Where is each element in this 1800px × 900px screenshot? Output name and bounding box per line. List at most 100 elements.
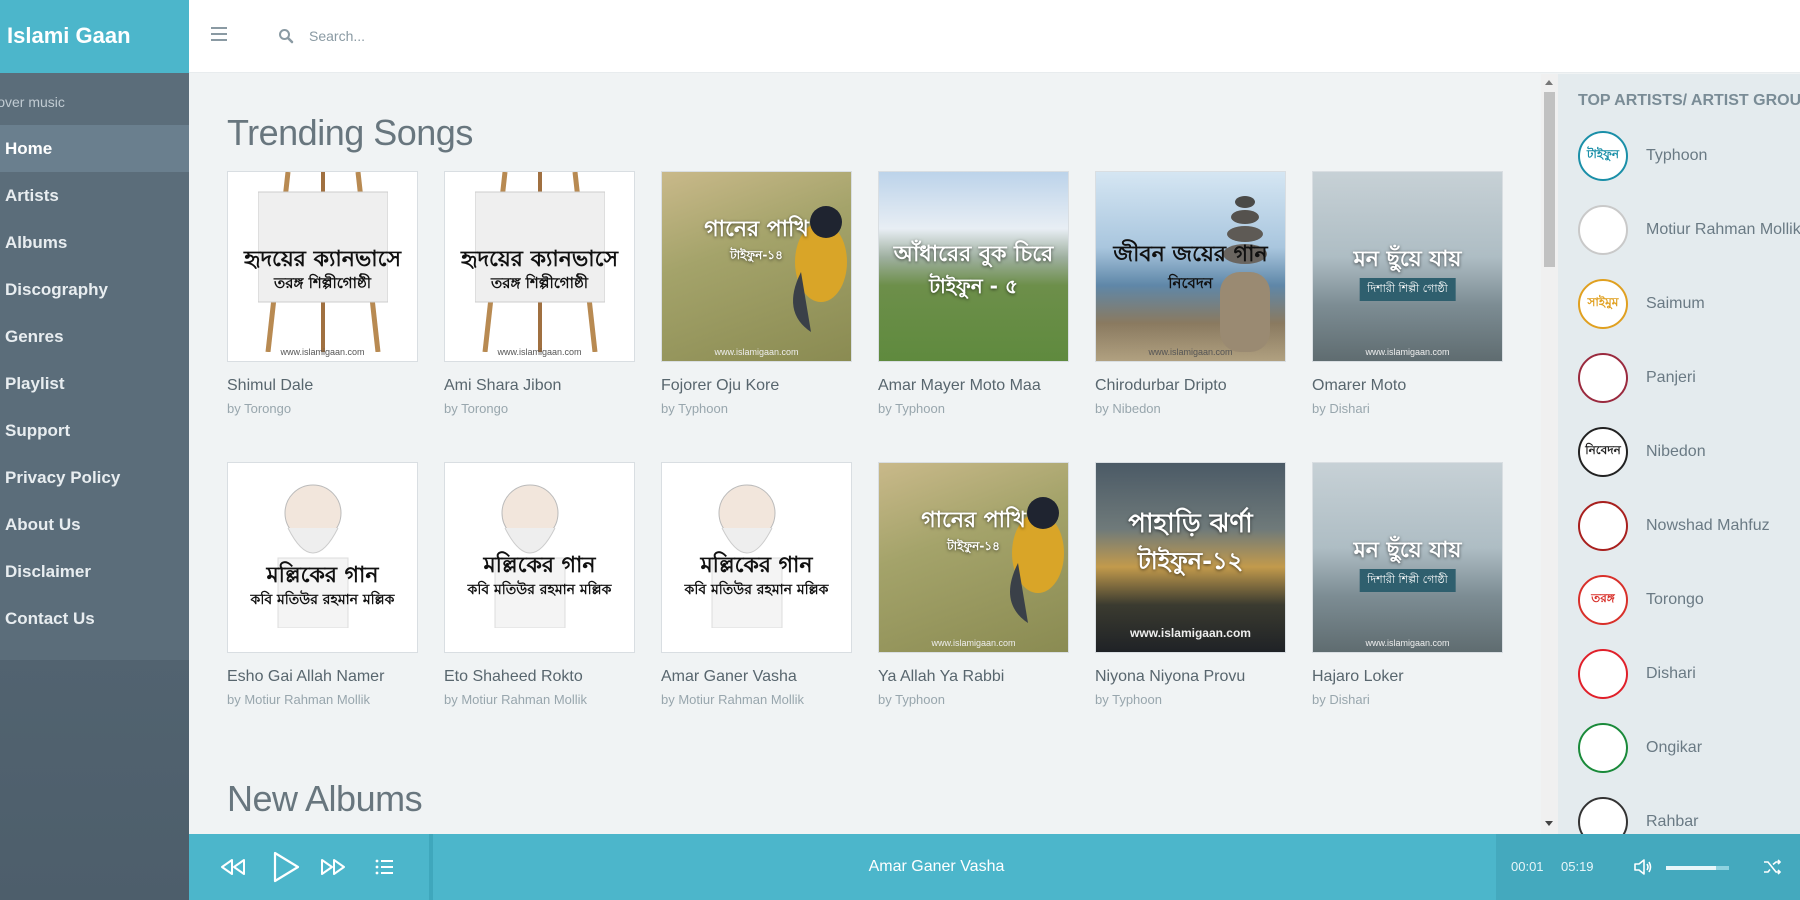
search-input[interactable]: [309, 22, 709, 50]
artist-item[interactable]: Nowshad Mahfuz: [1578, 501, 1770, 551]
shuffle-icon[interactable]: [1762, 857, 1782, 877]
artist-avatar[interactable]: [1578, 723, 1628, 773]
song-card[interactable]: মল্লিকের গান কবি মতিউর রহমান মল্লিক Amar…: [661, 462, 852, 707]
song-cover[interactable]: হৃদয়ের ক্যানভাসে তরঙ্গ শিল্পীগোষ্ঠী www…: [444, 171, 635, 362]
sidebar-item-albums[interactable]: Albums: [0, 219, 189, 266]
song-cover[interactable]: মন ছুঁয়ে যায় দিশারী শিল্পী গোষ্ঠী www.…: [1312, 171, 1503, 362]
artist-item[interactable]: সাইমুম Saimum: [1578, 279, 1705, 329]
song-cover[interactable]: মল্লিকের গান কবি মতিউর রহমান মল্লিক: [444, 462, 635, 653]
artist-name[interactable]: Panjeri: [1646, 369, 1696, 387]
song-artist[interactable]: by Typhoon: [878, 692, 1069, 707]
main-scrollbar[interactable]: [1541, 74, 1558, 834]
song-title[interactable]: Ya Allah Ya Rabbi: [878, 668, 1069, 686]
playlist-icon[interactable]: [369, 851, 401, 883]
artist-avatar[interactable]: [1578, 797, 1628, 834]
artist-name[interactable]: Torongo: [1646, 591, 1704, 609]
sidebar-item-support[interactable]: Support: [0, 407, 189, 454]
song-cover[interactable]: গানের পাখি টাইফুন-১৪ www.islamigaan.com: [878, 462, 1069, 653]
song-card[interactable]: গানের পাখি টাইফুন-১৪ www.islamigaan.com …: [878, 462, 1069, 707]
sidebar-item-contact-us[interactable]: Contact Us: [0, 595, 189, 642]
sidebar-item-artists[interactable]: Artists: [0, 172, 189, 219]
artist-avatar[interactable]: নিবেদন: [1578, 427, 1628, 477]
artist-item[interactable]: নিবেদন Nibedon: [1578, 427, 1706, 477]
song-card[interactable]: মন ছুঁয়ে যায় দিশারী শিল্পী গোষ্ঠী www.…: [1312, 462, 1503, 707]
song-cover[interactable]: পাহাড়ি ঝর্ণা টাইফুন-১২ www.islamigaan.c…: [1095, 462, 1286, 653]
artist-name[interactable]: Typhoon: [1646, 147, 1707, 165]
artist-item[interactable]: Ongikar: [1578, 723, 1702, 773]
song-title[interactable]: Fojorer Oju Kore: [661, 377, 852, 395]
song-cover[interactable]: আঁধারের বুক চিরে টাইফুন - ৫: [878, 171, 1069, 362]
song-title[interactable]: Ami Shara Jibon: [444, 377, 635, 395]
artist-avatar[interactable]: [1578, 353, 1628, 403]
song-artist[interactable]: by Motiur Rahman Mollik: [227, 692, 418, 707]
artist-item[interactable]: টাইফুন Typhoon: [1578, 131, 1707, 181]
song-title[interactable]: Amar Mayer Moto Maa: [878, 377, 1069, 395]
artist-name[interactable]: Rahbar: [1646, 813, 1698, 831]
song-card[interactable]: হৃদয়ের ক্যানভাসে তরঙ্গ শিল্পীগোষ্ঠী www…: [444, 171, 635, 416]
song-card[interactable]: হৃদয়ের ক্যানভাসে তরঙ্গ শিল্পীগোষ্ঠী www…: [227, 171, 418, 416]
rewind-icon[interactable]: [217, 851, 249, 883]
artist-name[interactable]: Nibedon: [1646, 443, 1706, 461]
scroll-down-arrow-icon[interactable]: [1545, 821, 1553, 826]
artist-name[interactable]: Ongikar: [1646, 739, 1702, 757]
song-artist[interactable]: by Dishari: [1312, 692, 1503, 707]
song-title[interactable]: Eto Shaheed Rokto: [444, 668, 635, 686]
song-title[interactable]: Esho Gai Allah Namer: [227, 668, 418, 686]
artist-item[interactable]: তরঙ্গ Torongo: [1578, 575, 1704, 625]
sidebar-item-playlist[interactable]: Playlist: [0, 360, 189, 407]
volume-icon[interactable]: [1633, 857, 1653, 877]
artist-avatar[interactable]: তরঙ্গ: [1578, 575, 1628, 625]
song-title[interactable]: Niyona Niyona Provu: [1095, 668, 1286, 686]
scroll-thumb[interactable]: [1544, 92, 1555, 267]
artist-item[interactable]: Motiur Rahman Mollik: [1578, 205, 1800, 255]
artist-item[interactable]: Panjeri: [1578, 353, 1696, 403]
song-title[interactable]: Amar Ganer Vasha: [661, 668, 852, 686]
song-cover[interactable]: জীবন জয়ের গান নিবেদন www.islamigaan.com: [1095, 171, 1286, 362]
song-card[interactable]: জীবন জয়ের গান নিবেদন www.islamigaan.com…: [1095, 171, 1286, 416]
song-title[interactable]: Shimul Dale: [227, 377, 418, 395]
song-title[interactable]: Chirodurbar Dripto: [1095, 377, 1286, 395]
artist-avatar[interactable]: টাইফুন: [1578, 131, 1628, 181]
song-artist[interactable]: by Typhoon: [661, 401, 852, 416]
song-artist[interactable]: by Torongo: [444, 401, 635, 416]
song-card[interactable]: মল্লিকের গান কবি মতিউর রহমান মল্লিক Esho…: [227, 462, 418, 707]
song-card[interactable]: মন ছুঁয়ে যায় দিশারী শিল্পী গোষ্ঠী www.…: [1312, 171, 1503, 416]
artist-avatar[interactable]: [1578, 501, 1628, 551]
song-artist[interactable]: by Typhoon: [878, 401, 1069, 416]
song-cover[interactable]: গানের পাখি টাইফুন-১৪ www.islamigaan.com: [661, 171, 852, 362]
sidebar-item-privacy-policy[interactable]: Privacy Policy: [0, 454, 189, 501]
artist-avatar[interactable]: [1578, 649, 1628, 699]
hamburger-menu-icon[interactable]: [211, 27, 227, 41]
brand-logo[interactable]: Islami Gaan: [0, 0, 189, 73]
song-card[interactable]: মল্লিকের গান কবি মতিউর রহমান মল্লিক Eto …: [444, 462, 635, 707]
sidebar-item-disclaimer[interactable]: Disclaimer: [0, 548, 189, 595]
song-artist[interactable]: by Nibedon: [1095, 401, 1286, 416]
sidebar-item-genres[interactable]: Genres: [0, 313, 189, 360]
song-artist[interactable]: by Typhoon: [1095, 692, 1286, 707]
song-artist[interactable]: by Motiur Rahman Mollik: [444, 692, 635, 707]
song-cover[interactable]: মল্লিকের গান কবি মতিউর রহমান মল্লিক: [227, 462, 418, 653]
artist-name[interactable]: Dishari: [1646, 665, 1696, 683]
song-artist[interactable]: by Torongo: [227, 401, 418, 416]
sidebar-item-discography[interactable]: Discography: [0, 266, 189, 313]
song-cover[interactable]: হৃদয়ের ক্যানভাসে তরঙ্গ শিল্পীগোষ্ঠী www…: [227, 171, 418, 362]
song-title[interactable]: Hajaro Loker: [1312, 668, 1503, 686]
sidebar-item-home[interactable]: Home: [0, 125, 189, 172]
song-card[interactable]: পাহাড়ি ঝর্ণা টাইফুন-১২ www.islamigaan.c…: [1095, 462, 1286, 707]
song-artist[interactable]: by Motiur Rahman Mollik: [661, 692, 852, 707]
play-icon[interactable]: [266, 848, 304, 886]
scroll-up-arrow-icon[interactable]: [1545, 80, 1553, 85]
song-card[interactable]: গানের পাখি টাইফুন-১৪ www.islamigaan.com …: [661, 171, 852, 416]
artist-name[interactable]: Nowshad Mahfuz: [1646, 517, 1770, 535]
artist-avatar[interactable]: সাইমুম: [1578, 279, 1628, 329]
song-title[interactable]: Omarer Moto: [1312, 377, 1503, 395]
song-artist[interactable]: by Dishari: [1312, 401, 1503, 416]
sidebar-item-about-us[interactable]: About Us: [0, 501, 189, 548]
song-cover[interactable]: মন ছুঁয়ে যায় দিশারী শিল্পী গোষ্ঠী www.…: [1312, 462, 1503, 653]
fast-forward-icon[interactable]: [317, 851, 349, 883]
volume-slider[interactable]: [1666, 866, 1729, 870]
artist-name[interactable]: Motiur Rahman Mollik: [1646, 221, 1800, 239]
artist-avatar[interactable]: [1578, 205, 1628, 255]
artist-item[interactable]: Rahbar: [1578, 797, 1698, 834]
song-cover[interactable]: মল্লিকের গান কবি মতিউর রহমান মল্লিক: [661, 462, 852, 653]
